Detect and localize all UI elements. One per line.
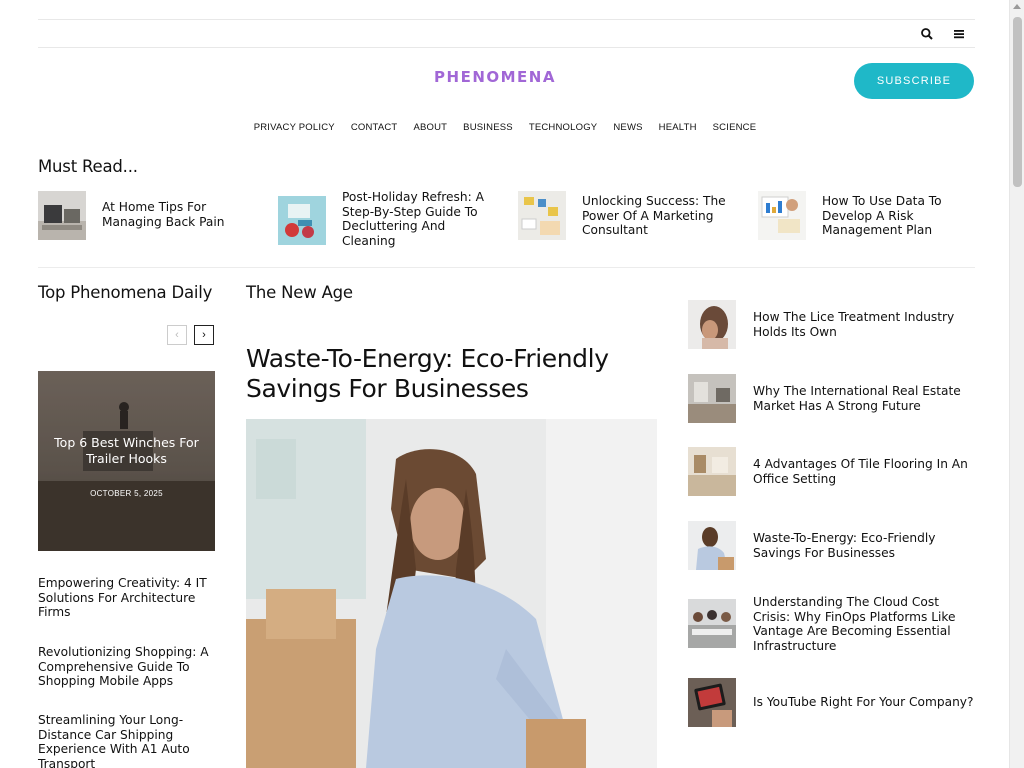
- article-thumbnail[interactable]: [688, 599, 736, 648]
- article-thumbnail[interactable]: [688, 374, 736, 423]
- article-thumbnail[interactable]: [688, 521, 736, 570]
- right-list-title[interactable]: Waste-To-Energy: Eco-Friendly Savings Fo…: [753, 531, 978, 560]
- right-list-title[interactable]: Understanding The Cloud Cost Crisis: Why…: [753, 595, 978, 653]
- right-list-title[interactable]: 4 Advantages Of Tile Flooring In An Offi…: [753, 457, 978, 486]
- chevron-right-icon: ›: [202, 329, 206, 341]
- must-read-heading: Must Read...: [38, 157, 138, 176]
- article-thumbnail[interactable]: [688, 300, 736, 349]
- right-list-item[interactable]: Is YouTube Right For Your Company?: [688, 678, 975, 738]
- scrollbar-thumb[interactable]: [1013, 17, 1022, 187]
- nav-business[interactable]: BUSINESS: [463, 122, 513, 133]
- must-read-item[interactable]: Unlocking Success: The Power Of A Market…: [518, 190, 743, 250]
- article-thumbnail[interactable]: [278, 196, 326, 245]
- chevron-left-icon: ‹: [175, 329, 179, 341]
- right-list-item[interactable]: 4 Advantages Of Tile Flooring In An Offi…: [688, 447, 975, 507]
- right-list-title[interactable]: Is YouTube Right For Your Company?: [753, 695, 978, 710]
- nav-technology[interactable]: TECHNOLOGY: [529, 122, 598, 133]
- nav-about[interactable]: ABOUT: [413, 122, 447, 133]
- nav-science[interactable]: SCIENCE: [713, 122, 757, 133]
- article-thumbnail[interactable]: [518, 191, 566, 240]
- main-nav: PRIVACY POLICY CONTACT ABOUT BUSINESS TE…: [0, 122, 1010, 133]
- featured-article-title[interactable]: Top 6 Best Winches For Trailer Hooks: [38, 435, 215, 467]
- nav-news[interactable]: NEWS: [613, 122, 642, 133]
- article-thumbnail[interactable]: [38, 191, 86, 240]
- top-daily-heading: Top Phenomena Daily: [38, 283, 213, 302]
- subscribe-button[interactable]: SUBSCRIBE: [854, 63, 974, 99]
- must-read-title[interactable]: How To Use Data To Develop A Risk Manage…: [822, 194, 982, 238]
- must-read-item[interactable]: Post-Holiday Refresh: A Step-By-Step Gui…: [278, 190, 503, 250]
- right-list-item[interactable]: Why The International Real Estate Market…: [688, 374, 975, 434]
- nav-privacy-policy[interactable]: PRIVACY POLICY: [254, 122, 335, 133]
- article-thumbnail[interactable]: [688, 447, 736, 496]
- nav-contact[interactable]: CONTACT: [351, 122, 398, 133]
- section-divider: [38, 267, 975, 268]
- site-logo[interactable]: PHENOMENA: [380, 68, 610, 86]
- must-read-title[interactable]: Post-Holiday Refresh: A Step-By-Step Gui…: [342, 190, 502, 248]
- main-article-photo: [246, 419, 657, 768]
- must-read-item[interactable]: How To Use Data To Develop A Risk Manage…: [758, 190, 983, 250]
- left-list-item[interactable]: Revolutionizing Shopping: A Comprehensiv…: [38, 645, 218, 689]
- page-scrollbar[interactable]: [1009, 0, 1024, 768]
- right-list-item[interactable]: Understanding The Cloud Cost Crisis: Why…: [688, 595, 975, 659]
- main-article-image[interactable]: [246, 419, 657, 768]
- hamburger-menu-icon[interactable]: [952, 27, 966, 41]
- right-list-title[interactable]: How The Lice Treatment Industry Holds It…: [753, 310, 978, 339]
- article-thumbnail[interactable]: [688, 678, 736, 727]
- carousel-prev-button[interactable]: ‹: [167, 325, 187, 345]
- must-read-title[interactable]: At Home Tips For Managing Back Pain: [102, 200, 262, 229]
- must-read-list: At Home Tips For Managing Back Pain Post…: [38, 190, 975, 250]
- left-list-item[interactable]: Streamlining Your Long-Distance Car Ship…: [38, 713, 218, 768]
- nav-health[interactable]: HEALTH: [659, 122, 697, 133]
- featured-article-card[interactable]: Top 6 Best Winches For Trailer Hooks OCT…: [38, 371, 215, 551]
- scroll-up-arrow-icon[interactable]: [1013, 4, 1021, 9]
- right-list-title[interactable]: Why The International Real Estate Market…: [753, 384, 978, 413]
- must-read-item[interactable]: At Home Tips For Managing Back Pain: [38, 190, 263, 250]
- article-thumbnail[interactable]: [758, 191, 806, 240]
- featured-article-date: OCTOBER 5, 2025: [90, 489, 163, 498]
- must-read-title[interactable]: Unlocking Success: The Power Of A Market…: [582, 194, 742, 238]
- search-icon[interactable]: [920, 27, 934, 41]
- top-bar: [38, 19, 975, 48]
- right-list-item[interactable]: How The Lice Treatment Industry Holds It…: [688, 300, 975, 360]
- right-list-item[interactable]: Waste-To-Energy: Eco-Friendly Savings Fo…: [688, 521, 975, 581]
- carousel-next-button[interactable]: ›: [194, 325, 214, 345]
- left-list-item[interactable]: Empowering Creativity: 4 IT Solutions Fo…: [38, 576, 218, 620]
- new-age-heading: The New Age: [246, 283, 353, 302]
- main-headline[interactable]: Waste-To-Energy: Eco-Friendly Savings Fo…: [246, 344, 656, 403]
